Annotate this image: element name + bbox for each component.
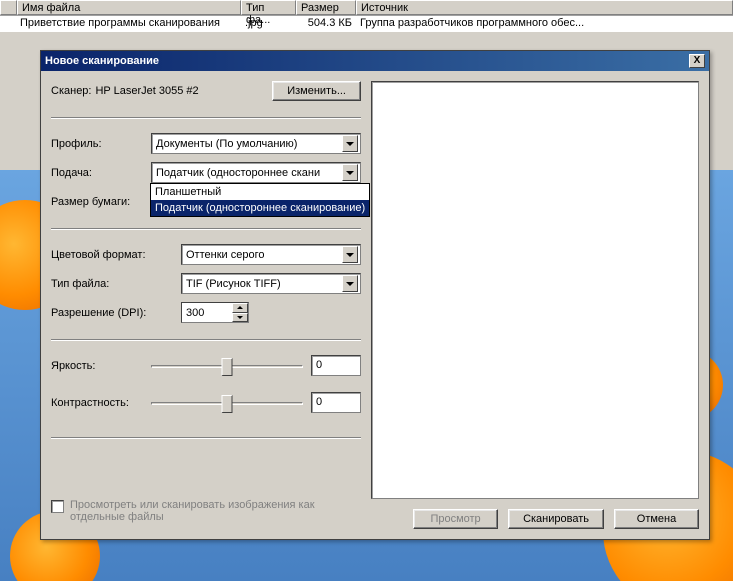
feed-label: Подача:: [51, 167, 151, 179]
colorfmt-combo[interactable]: Оттенки серого: [181, 244, 361, 265]
filetype-label: Тип файла:: [51, 278, 181, 290]
spin-down-icon[interactable]: [232, 313, 248, 323]
column-header-name[interactable]: Имя файла: [17, 0, 241, 15]
cell-size: 504.3 КБ: [296, 17, 356, 31]
chevron-down-icon[interactable]: [342, 246, 358, 263]
dpi-spinner[interactable]: [181, 302, 249, 323]
spin-up-icon[interactable]: [232, 303, 248, 313]
chevron-down-icon[interactable]: [342, 135, 358, 152]
brightness-slider[interactable]: [151, 356, 303, 376]
scan-button[interactable]: Сканировать: [508, 509, 604, 529]
filetype-value: TIF (Рисунок TIFF): [186, 278, 342, 290]
dpi-input[interactable]: [182, 303, 232, 322]
new-scan-dialog: Новое сканирование X Сканер: HP LaserJet…: [40, 50, 710, 540]
brightness-value[interactable]: 0: [311, 355, 361, 376]
feed-option-feeder[interactable]: Податчик (одностороннее сканирование): [151, 200, 369, 216]
brightness-label: Яркость:: [51, 360, 151, 372]
profile-combo[interactable]: Документы (По умолчанию): [151, 133, 361, 154]
scanner-label: Сканер:: [51, 85, 91, 97]
chevron-down-icon[interactable]: [342, 164, 358, 181]
contrast-slider[interactable]: [151, 393, 303, 413]
table-row[interactable]: Приветствие программы сканирования .jpg …: [0, 16, 733, 32]
separate-files-label: Просмотреть или сканировать изображения …: [70, 499, 361, 523]
dialog-title: Новое сканирование: [45, 55, 159, 67]
file-table-header: Имя файла Тип фа... Размер Источник: [0, 0, 733, 16]
cell-name: Приветствие программы сканирования: [0, 17, 241, 31]
slider-thumb[interactable]: [222, 395, 233, 413]
separate-files-checkbox[interactable]: [51, 500, 64, 513]
chevron-down-icon[interactable]: [342, 275, 358, 292]
profile-value: Документы (По умолчанию): [156, 138, 342, 150]
feed-option-flatbed[interactable]: Планшетный: [151, 184, 369, 200]
profile-label: Профиль:: [51, 138, 151, 150]
colorfmt-label: Цветовой формат:: [51, 249, 181, 261]
change-scanner-button[interactable]: Изменить...: [272, 81, 361, 101]
dpi-label: Разрешение (DPI):: [51, 307, 181, 319]
cancel-button[interactable]: Отмена: [614, 509, 699, 529]
titlebar[interactable]: Новое сканирование X: [41, 51, 709, 71]
column-header-size[interactable]: Размер: [296, 0, 356, 15]
column-header-type[interactable]: Тип фа...: [241, 0, 296, 15]
filetype-combo[interactable]: TIF (Рисунок TIFF): [181, 273, 361, 294]
cell-source: Группа разработчиков программного обес..…: [356, 17, 733, 31]
feed-value: Податчик (одностороннее скани: [156, 167, 342, 179]
column-header-corner[interactable]: [0, 0, 17, 15]
feed-combo[interactable]: Податчик (одностороннее скани: [151, 162, 361, 183]
contrast-label: Контрастность:: [51, 397, 151, 409]
contrast-value[interactable]: 0: [311, 392, 361, 413]
feed-dropdown: Планшетный Податчик (одностороннее скани…: [150, 183, 370, 217]
paper-label: Размер бумаги:: [51, 196, 151, 208]
preview-button[interactable]: Просмотр: [413, 509, 498, 529]
close-button[interactable]: X: [689, 54, 705, 68]
cell-type: .jpg: [241, 17, 296, 31]
colorfmt-value: Оттенки серого: [186, 249, 342, 261]
column-header-source[interactable]: Источник: [356, 0, 733, 15]
slider-thumb[interactable]: [222, 358, 233, 376]
preview-area: [371, 81, 699, 499]
scanner-value: HP LaserJet 3055 #2: [95, 85, 272, 97]
